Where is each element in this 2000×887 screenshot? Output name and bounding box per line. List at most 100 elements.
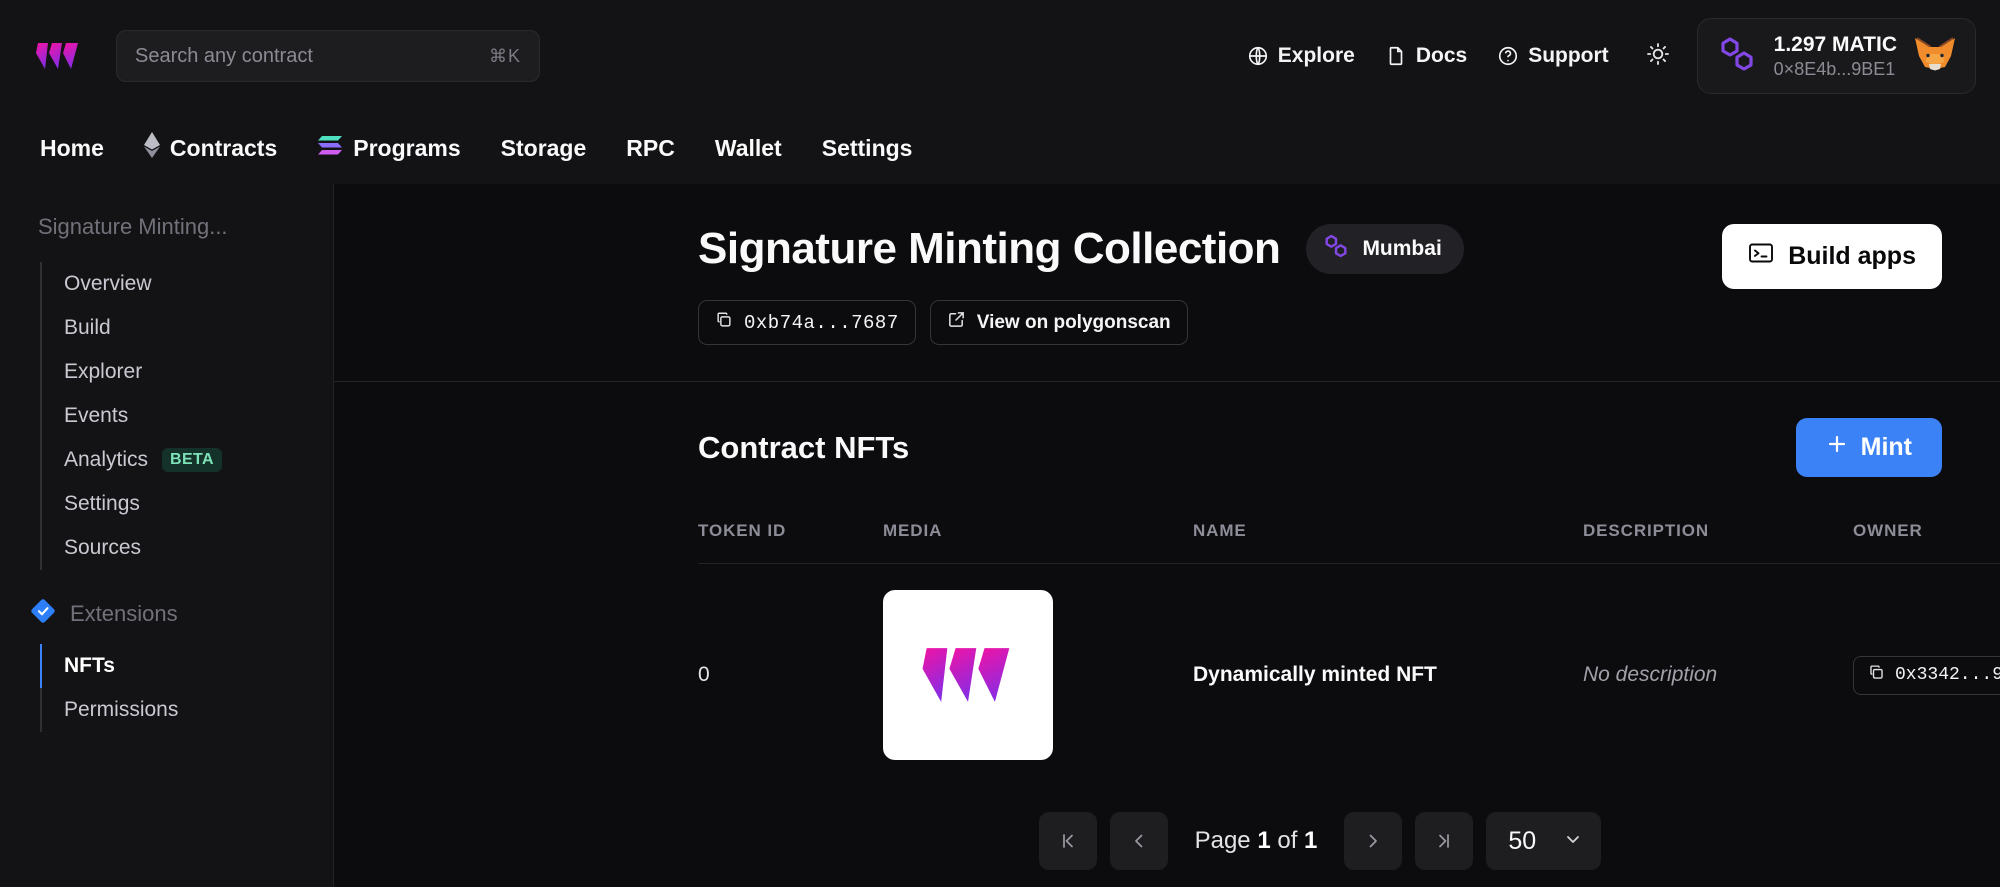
section-title: Contract NFTs [698, 429, 910, 465]
table-header-row: TOKEN ID MEDIA NAME DESCRIPTION OWNER [698, 509, 2000, 564]
nav-item-programs[interactable]: Programs [297, 112, 480, 184]
cell-name: Dynamically minted NFT [1193, 663, 1437, 686]
chevron-down-icon [1563, 827, 1583, 856]
column-header-name: NAME [1193, 509, 1583, 564]
nav-item-label: RPC [626, 134, 675, 161]
table-row[interactable]: 0 Dynamically minted NFT No description … [698, 564, 2000, 787]
sidebar-item-overview[interactable]: Overview [40, 262, 333, 306]
nfts-table-body: 0 Dynamically minted NFT No description … [698, 564, 2000, 787]
search-input[interactable] [135, 44, 489, 68]
main-content: Signature Minting Collection Mumbai 0xb7… [334, 184, 2000, 887]
cell-description: No description [1583, 663, 1718, 686]
sidebar-item-label: Settings [64, 492, 140, 515]
sidebar-item-label: Sources [64, 536, 142, 559]
sidebar-item-label: Overview [64, 272, 152, 295]
contract-chip-row: 0xb74a...7687 View on polygonscan [698, 300, 1722, 345]
page-title: Signature Minting Collection [698, 224, 1281, 273]
sidebar-item-explorer[interactable]: Explorer [40, 350, 333, 394]
sidebar-item-analytics[interactable]: Analytics BETA [40, 438, 333, 482]
copy-icon [1868, 664, 1885, 687]
metamask-fox-icon [1913, 34, 1957, 79]
nav-item-home[interactable]: Home [20, 112, 124, 184]
chevron-right-icon [1370, 834, 1378, 848]
view-on-explorer-label: View on polygonscan [976, 311, 1171, 333]
page-size-select[interactable]: 50 [1486, 812, 1602, 870]
nav-item-label: Home [40, 134, 104, 161]
chevron-left-icon [1134, 834, 1142, 848]
search-shortcut-hint: ⌘K [488, 45, 521, 66]
sidebar-item-sources[interactable]: Sources [40, 526, 333, 570]
contract-address-chip[interactable]: 0xb74a...7687 [698, 300, 916, 345]
polygon-icon [1322, 233, 1350, 265]
page-size-value: 50 [1508, 826, 1537, 855]
nav-item-label: Contracts [169, 134, 278, 161]
solana-icon [317, 134, 343, 162]
sidebar-group-extensions: NFTs Permissions [40, 644, 333, 732]
contract-header-inner: Signature Minting Collection Mumbai 0xb7… [334, 224, 2000, 345]
nfts-table-wrap: TOKEN ID MEDIA NAME DESCRIPTION OWNER 0 [334, 477, 2000, 786]
page-prefix-label: Page [1194, 827, 1251, 854]
build-apps-button[interactable]: Build apps [1722, 224, 1942, 289]
nfts-table: TOKEN ID MEDIA NAME DESCRIPTION OWNER 0 [698, 509, 2000, 786]
explore-link[interactable]: Explore [1247, 44, 1355, 68]
page-total-value: 1 [1304, 827, 1318, 854]
contract-header-left: Signature Minting Collection Mumbai 0xb7… [698, 224, 1722, 345]
page-indicator: Page 1 of 1 [1181, 827, 1332, 855]
column-header-media: MEDIA [883, 509, 1193, 564]
first-page-button[interactable] [1038, 812, 1097, 870]
nav-item-label: Storage [500, 134, 587, 161]
pagination: Page 1 of 1 50 [334, 786, 2000, 870]
nav-item-label: Wallet [714, 134, 782, 161]
top-bar: ⌘K Explore Docs S [0, 0, 2000, 112]
wallet-text: 1.297 MATIC 0×8E4b...9BE1 [1774, 32, 1897, 81]
view-on-explorer-chip[interactable]: View on polygonscan [929, 300, 1188, 345]
nav-item-contracts[interactable]: Contracts [124, 112, 297, 184]
sidebar-item-events[interactable]: Events [40, 394, 333, 438]
page-mid-label: of [1277, 827, 1298, 854]
plus-icon [1826, 433, 1848, 462]
prev-page-button[interactable] [1109, 812, 1168, 870]
first-page-icon [1062, 834, 1073, 848]
owner-address-chip[interactable]: 0x3342...9054 [1853, 655, 2000, 695]
sidebar-item-settings[interactable]: Settings [40, 482, 333, 526]
thirdweb-logo-link[interactable] [20, 41, 96, 71]
nav-item-rpc[interactable]: RPC [606, 112, 695, 184]
theme-toggle-button[interactable] [1637, 35, 1679, 77]
contract-title-row: Signature Minting Collection Mumbai [698, 224, 1722, 274]
chain-badge[interactable]: Mumbai [1306, 224, 1464, 274]
check-diamond-icon [30, 598, 56, 630]
nft-thumbnail[interactable] [883, 590, 1053, 760]
nav-item-storage[interactable]: Storage [481, 112, 607, 184]
support-link[interactable]: Support [1497, 44, 1609, 68]
nav-item-wallet[interactable]: Wallet [695, 112, 802, 184]
sidebar-group-contract: Overview Build Explorer Events Analytics… [40, 262, 333, 570]
last-page-button[interactable] [1415, 812, 1474, 870]
mint-button[interactable]: Mint [1795, 418, 1942, 477]
cell-owner: 0x3342...9054 [1853, 564, 2000, 787]
thirdweb-logo [36, 43, 78, 69]
build-apps-label: Build apps [1788, 242, 1916, 270]
column-header-description: DESCRIPTION [1583, 509, 1853, 564]
last-page-icon [1439, 834, 1450, 848]
column-header-owner: OWNER [1853, 509, 2000, 564]
beta-badge: BETA [162, 448, 222, 472]
wallet-button[interactable]: 1.297 MATIC 0×8E4b...9BE1 [1696, 18, 1976, 94]
sidebar-item-label: Build [64, 316, 111, 339]
nav-item-settings[interactable]: Settings [802, 112, 933, 184]
sidebar-item-nfts[interactable]: NFTs [40, 644, 333, 688]
nav-item-label: Settings [821, 134, 913, 161]
nfts-table-head: TOKEN ID MEDIA NAME DESCRIPTION OWNER [698, 509, 2000, 564]
support-label: Support [1528, 44, 1609, 67]
copy-icon [715, 311, 733, 335]
next-page-button[interactable] [1344, 812, 1403, 870]
main-nav: Home Contracts Programs Storage RPC Wall… [0, 112, 2000, 184]
body-area: Signature Minting... Overview Build Expl… [0, 184, 2000, 887]
sidebar-item-permissions[interactable]: Permissions [40, 688, 333, 732]
ethereum-icon [143, 132, 160, 164]
sidebar-item-label: Events [64, 404, 129, 427]
docs-link[interactable]: Docs [1385, 44, 1467, 68]
external-link-icon [947, 310, 966, 335]
sidebar-item-label: Analytics [64, 448, 149, 471]
search-box[interactable]: ⌘K [116, 30, 540, 82]
sidebar-item-build[interactable]: Build [40, 306, 333, 350]
